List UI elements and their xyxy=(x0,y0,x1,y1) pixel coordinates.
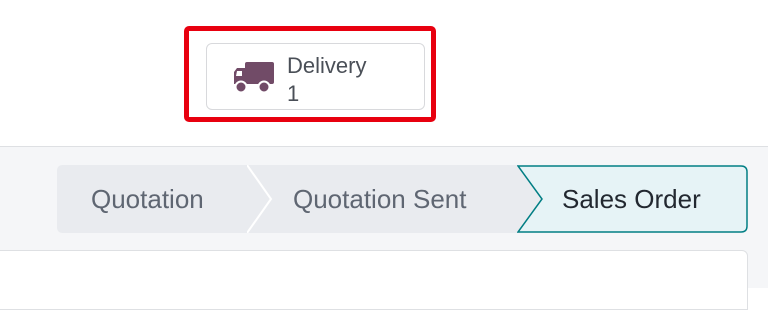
smart-button-label: Delivery xyxy=(287,53,367,78)
stage-label: Quotation Sent xyxy=(293,184,467,214)
form-sheet xyxy=(0,250,748,310)
form-button-box: Delivery 1 xyxy=(0,0,768,148)
delivery-smart-button[interactable]: Delivery 1 xyxy=(206,43,425,110)
status-bar: Quotation Quotation Sent Sales Order xyxy=(57,165,748,233)
stage-label: Quotation xyxy=(91,184,204,214)
stage-quotation-sent[interactable]: Quotation Sent xyxy=(247,165,547,233)
stage-sales-order[interactable]: Sales Order xyxy=(517,165,748,233)
smart-button-count: 1 xyxy=(287,81,300,106)
stage-label: Sales Order xyxy=(562,184,701,214)
truck-icon xyxy=(233,60,275,96)
